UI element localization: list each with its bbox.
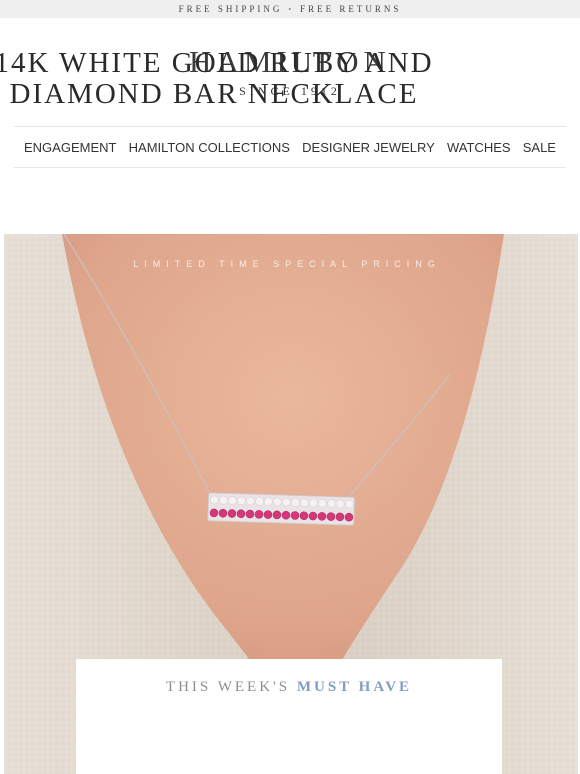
feature-card: THIS WEEK'S MUST HAVE (76, 659, 502, 774)
promo-banner-text: LIMITED TIME SPECIAL PRICING (133, 259, 441, 269)
free-returns-text: FREE RETURNS (300, 4, 402, 14)
nav-item-hamilton-collections[interactable]: HAMILTON COLLECTIONS (129, 140, 290, 155)
product-title[interactable]: 14K WHITE GOLD RUBY AND DIAMOND BAR NECK… (0, 48, 504, 110)
nav-item-watches[interactable]: WATCHES (447, 140, 511, 155)
free-shipping-text: FREE SHIPPING (178, 4, 283, 14)
product-title-line-2: DIAMOND BAR NECKLACE (9, 78, 419, 110)
product-title-line-1: 14K WHITE GOLD RUBY AND (0, 47, 434, 79)
eyebrow-accent: MUST HAVE (296, 679, 413, 695)
eyebrow-prefix: THIS WEEK'S (165, 679, 297, 695)
announcement-bar: FREE SHIPPING • FREE RETURNS (0, 0, 580, 18)
feature-eyebrow: THIS WEEK'S MUST HAVE (76, 679, 502, 696)
nav-item-sale[interactable]: SALE (523, 140, 556, 155)
nav-item-designer-jewelry[interactable]: DESIGNER JEWELRY (302, 140, 435, 155)
separator-dot: • (288, 4, 295, 14)
bar-pendant (207, 492, 355, 526)
main-nav: ENGAGEMENT HAMILTON COLLECTIONS DESIGNER… (14, 126, 566, 168)
nav-item-engagement[interactable]: ENGAGEMENT (24, 140, 116, 155)
